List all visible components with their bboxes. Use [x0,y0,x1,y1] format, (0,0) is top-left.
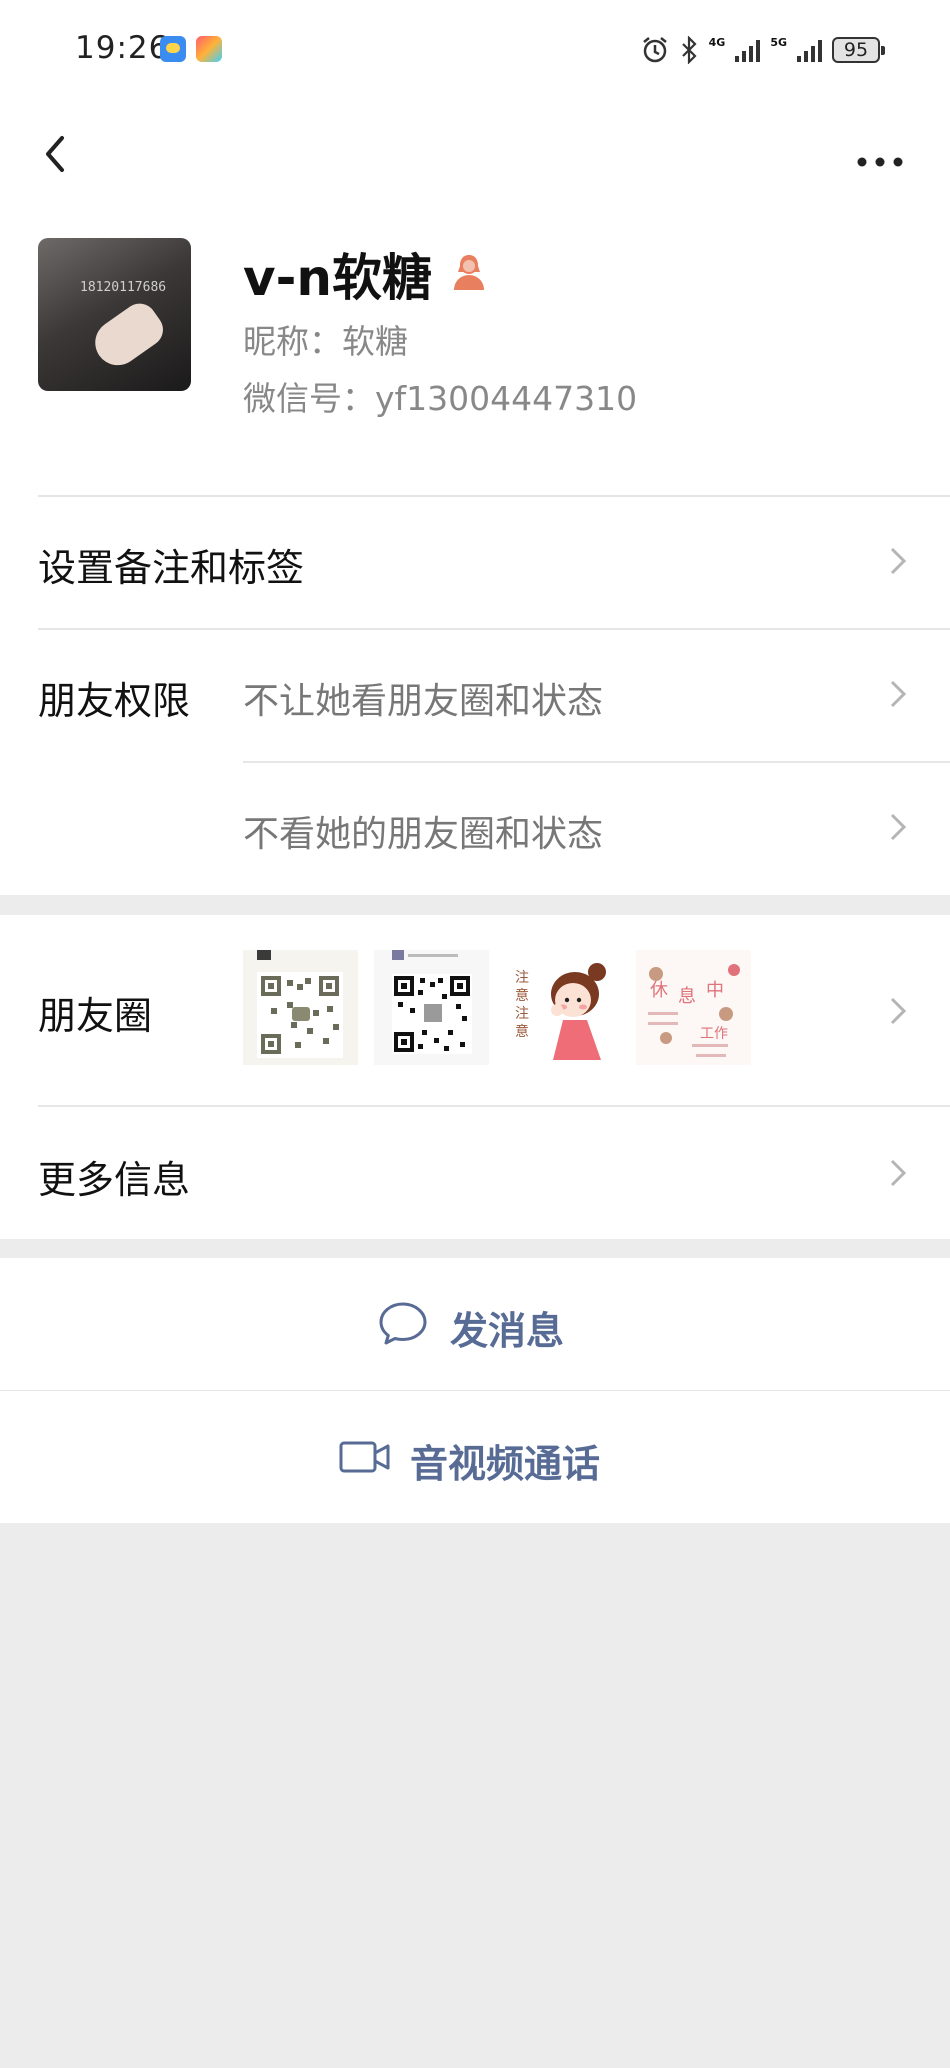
bluetooth-icon [679,36,699,64]
more-info-label: 更多信息 [38,1158,191,1202]
svg-text:休: 休 [650,980,668,1001]
status-time: 19:26 [75,30,170,66]
friend-permission-row-1[interactable]: 朋友权限 不让她看朋友圈和状态 [0,628,950,761]
svg-text:注: 注 [515,970,529,986]
female-gender-icon [450,252,488,292]
signal-icon-1 [735,38,761,62]
contact-name: v-n软糖 [243,249,432,307]
moments-thumbnail-2 [374,950,489,1065]
chevron-right-icon [886,991,912,1031]
battery-level: 95 [843,39,869,61]
hide-my-moments-option: 不让她看朋友圈和状态 [243,681,604,722]
svg-text:意: 意 [515,1023,529,1040]
chevron-right-icon [886,674,912,714]
svg-text:意: 意 [515,987,529,1004]
chevron-right-icon [886,1153,912,1193]
friend-permission-row-2[interactable]: 不看她的朋友圈和状态 [0,761,950,895]
moments-thumbnail-1 [243,950,358,1065]
video-call-button[interactable]: 音视频通话 [0,1391,950,1523]
send-message-button[interactable]: 发消息 [0,1258,950,1390]
avatar-overlay-text: 18120117686 [80,280,167,295]
alarm-icon [641,36,669,64]
svg-text:息: 息 [678,986,696,1007]
moments-thumbnail-4: 休 息 中 工作 [636,950,751,1065]
more-info-row[interactable]: 更多信息 [0,1105,950,1239]
signal-icon-2 [797,38,822,62]
video-camera-icon [338,1437,392,1477]
video-call-label: 音视频通话 [410,1442,601,1486]
weather-app-icon [160,36,186,62]
friend-permissions-label: 朋友权限 [38,679,191,723]
nav-bar [0,100,950,210]
chat-bubble-icon [378,1300,428,1346]
app-store-icon [196,36,222,62]
moments-thumbnail-3: 注 意 注 意 [505,950,620,1065]
network-5g-label: 5G [770,35,787,49]
status-bar: 19:26 4G 5G 95 [0,0,950,100]
svg-text:中: 中 [706,980,724,1001]
hide-her-moments-option: 不看她的朋友圈和状态 [243,814,604,855]
network-4g-label: 4G [708,35,726,49]
contact-nickname: 昵称：软糖 [243,322,408,361]
avatar[interactable]: 18120117686 [38,238,191,391]
svg-text:工作: 工作 [700,1026,728,1042]
svg-text:注: 注 [515,1006,529,1022]
send-message-label: 发消息 [450,1309,565,1353]
chevron-right-icon [886,807,912,847]
more-options-icon[interactable] [850,120,910,180]
set-remark-tags-label: 设置备注和标签 [38,546,305,590]
contact-wechat-id: 微信号：yf13004447310 [243,379,638,418]
set-remark-tags-row[interactable]: 设置备注和标签 [0,495,950,628]
chevron-right-icon [886,541,912,581]
profile-header: 18120117686 v-n软糖 昵称：软糖 微信号：yf1300444731… [0,210,950,495]
back-icon[interactable] [30,120,90,180]
moments-label: 朋友圈 [38,994,153,1038]
battery-icon: 95 [832,37,885,63]
